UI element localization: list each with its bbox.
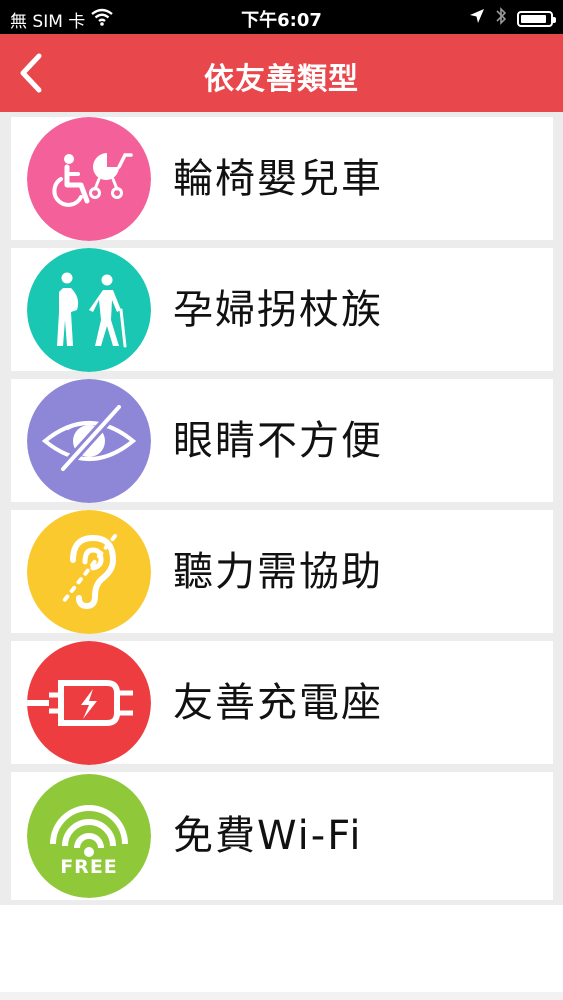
category-list: 輪椅嬰兒車 孕婦拐杖族 眼睛不方便 聽力需協助 友善充電座 FREE 免費Wi-…	[0, 112, 563, 905]
bottom-empty-area	[0, 905, 563, 1000]
location-arrow-icon	[469, 8, 485, 29]
category-label: 友善充電座	[173, 680, 383, 726]
visual-impairment-icon	[27, 379, 151, 503]
battery-icon	[517, 10, 556, 27]
page-title: 依友善類型	[204, 62, 359, 97]
nav-bar: 依友善類型	[0, 34, 563, 112]
category-label: 聽力需協助	[173, 549, 383, 595]
category-hearing-assistance[interactable]: 聽力需協助	[11, 510, 553, 634]
category-label: 輪椅嬰兒車	[173, 156, 383, 202]
pregnant-elderly-icon	[27, 248, 151, 372]
status-right	[469, 6, 556, 31]
category-wheelchair-stroller[interactable]: 輪椅嬰兒車	[11, 117, 553, 241]
battery-level	[521, 14, 547, 23]
charging-plug-icon	[27, 641, 151, 765]
category-label: 免費Wi-Fi	[173, 813, 363, 859]
bottom-divider	[0, 992, 563, 1000]
status-bar: 無 SIM 卡 下午6:07	[0, 0, 563, 34]
category-label: 孕婦拐杖族	[173, 287, 383, 333]
category-charging[interactable]: 友善充電座	[11, 641, 553, 765]
category-pregnant-elderly[interactable]: 孕婦拐杖族	[11, 248, 553, 372]
category-label: 眼睛不方便	[173, 418, 383, 464]
bluetooth-icon	[495, 6, 507, 31]
hearing-assistance-icon	[27, 510, 151, 634]
wheelchair-stroller-icon	[27, 117, 151, 241]
category-free-wifi[interactable]: FREE 免費Wi-Fi	[11, 772, 553, 900]
free-wifi-icon: FREE	[27, 774, 151, 898]
category-visual-impairment[interactable]: 眼睛不方便	[11, 379, 553, 503]
free-badge: FREE	[60, 856, 118, 878]
